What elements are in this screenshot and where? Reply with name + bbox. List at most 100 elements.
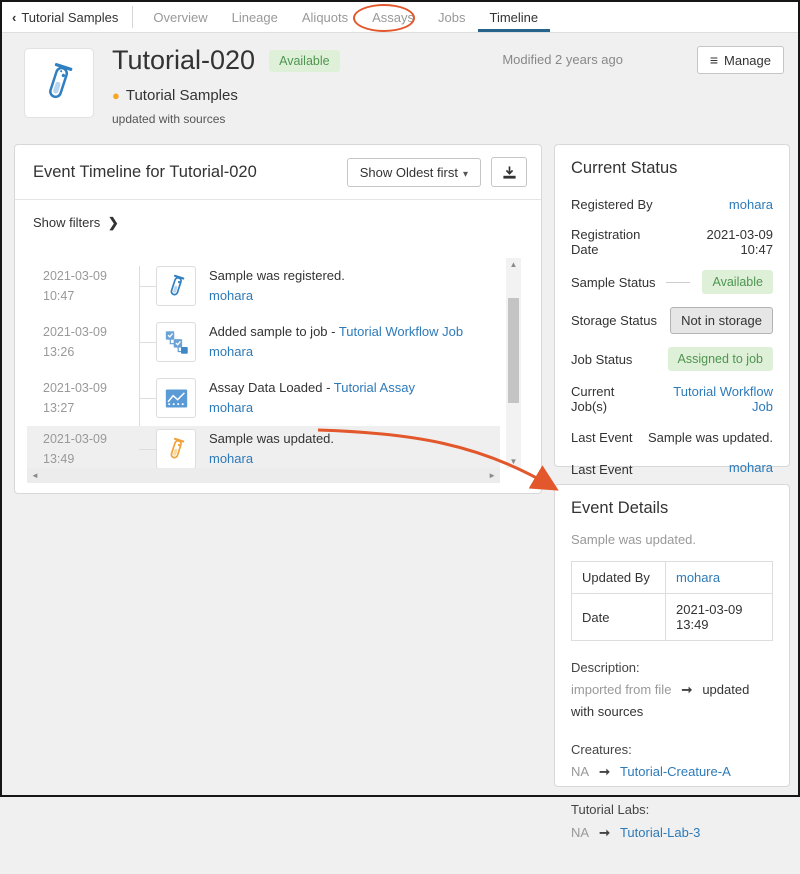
change-arrow-icon: ➞ — [599, 825, 610, 840]
job-icon — [156, 322, 196, 362]
last-event-handled-link[interactable]: mohara — [729, 460, 773, 475]
tab-lineage[interactable]: Lineage — [220, 2, 290, 32]
new-value-link[interactable]: Tutorial-Creature-A — [620, 764, 731, 779]
current-jobs-link[interactable]: Tutorial Workflow Job — [652, 384, 773, 414]
event-entity-link[interactable]: Tutorial Assay — [334, 380, 415, 395]
updated-by-link[interactable]: mohara — [676, 570, 720, 585]
event-user-link[interactable]: mohara — [209, 451, 253, 466]
last-event-label: Last Event — [571, 430, 632, 445]
change-field-label: Description: — [571, 657, 773, 679]
sample-updated-icon — [156, 429, 196, 469]
tab-timeline[interactable]: Timeline — [478, 2, 551, 32]
old-value: NA — [571, 764, 589, 779]
tab-strip: Overview Lineage Aliquots Assays Jobs Ti… — [141, 2, 550, 32]
timeline-event-row-selected[interactable]: 2021-03-0913:49 Sample was updated. m — [27, 426, 500, 472]
change-creatures: Creatures: NA ➞ Tutorial-Creature-A — [571, 739, 773, 783]
modified-text: Modified 2 years ago — [502, 52, 623, 67]
sample-type-tile — [24, 48, 94, 118]
scroll-right-icon[interactable]: ► — [488, 471, 496, 480]
timeline-event-row[interactable]: 2021-03-0910:47 Sample was registered. — [27, 258, 500, 314]
change-arrow-icon: ➞ — [681, 682, 692, 697]
event-user-link[interactable]: mohara — [209, 400, 253, 415]
assay-icon — [156, 378, 196, 418]
event-summary: Sample was updated. — [571, 532, 773, 547]
timeline-panel-title: Event Timeline for Tutorial-020 — [33, 163, 347, 182]
dash-line — [666, 282, 690, 283]
sort-order-dropdown[interactable]: Show Oldest first▾ — [347, 158, 481, 187]
new-value-link[interactable]: Tutorial-Lab-3 — [620, 825, 700, 840]
date-value: 2021-03-09 13:49 — [666, 594, 773, 641]
registration-date-value: 2021-03-09 10:47 — [671, 227, 773, 257]
event-timeline-panel: Event Timeline for Tutorial-020 Show Old… — [14, 144, 542, 494]
vertical-scrollbar[interactable]: ▲ ▼ — [506, 258, 521, 468]
tab-overview[interactable]: Overview — [141, 2, 219, 32]
spine-connector — [139, 398, 156, 399]
current-status-title: Current Status — [571, 159, 773, 178]
scroll-up-icon[interactable]: ▲ — [506, 260, 521, 269]
page-title: Tutorial-020 — [112, 45, 255, 76]
hamburger-icon: ≡ — [710, 52, 718, 68]
storage-status-label: Storage Status — [571, 313, 657, 328]
manage-button[interactable]: ≡Manage — [697, 46, 784, 74]
sample-status-label: Sample Status — [571, 275, 690, 290]
spine-connector — [139, 449, 156, 450]
registered-by-link[interactable]: mohara — [729, 197, 773, 212]
scroll-left-icon[interactable]: ◄ — [31, 471, 39, 480]
breadcrumb-back[interactable]: ‹ Tutorial Samples — [2, 2, 132, 32]
registration-date-label: Registration Date — [571, 227, 671, 257]
sample-type-dot-icon: ● — [112, 88, 120, 103]
nav-divider — [132, 6, 133, 28]
change-field-label: Creatures: — [571, 739, 773, 761]
job-status-badge: Assigned to job — [668, 347, 773, 371]
vertical-scroll-thumb[interactable] — [508, 298, 519, 403]
spine-connector — [139, 286, 156, 287]
test-tube-icon — [36, 60, 82, 106]
current-status-panel: Current Status Registered By mohara Regi… — [554, 144, 790, 467]
scroll-down-icon[interactable]: ▼ — [506, 457, 521, 466]
event-timestamp: 2021-03-0913:49 — [27, 429, 127, 469]
last-event-value: Sample was updated. — [648, 430, 773, 445]
registered-by-label: Registered By — [571, 197, 653, 212]
sample-type-label: Tutorial Samples — [126, 87, 238, 104]
tab-assays[interactable]: Assays — [360, 2, 426, 32]
event-timestamp: 2021-03-0913:26 — [27, 322, 127, 362]
tab-jobs[interactable]: Jobs — [426, 2, 477, 32]
event-timestamp: 2021-03-0913:27 — [27, 378, 127, 418]
event-entity-link[interactable]: Tutorial Workflow Job — [339, 324, 463, 339]
sample-header: Tutorial-020 Available ● Tutorial Sample… — [2, 34, 798, 142]
show-filters-toggle[interactable]: Show filters ❯ — [15, 200, 541, 231]
storage-status-badge: Not in storage — [670, 307, 773, 334]
status-badge: Available — [269, 50, 340, 72]
change-description: Description: imported from file➞updated … — [571, 657, 773, 723]
export-button[interactable] — [491, 157, 527, 187]
chevron-right-icon: ❯ — [108, 215, 119, 230]
event-details-table: Updated By mohara Date 2021-03-09 13:49 — [571, 561, 773, 641]
timeline-event-list: 2021-03-0910:47 Sample was registered. — [27, 258, 500, 468]
sample-registered-icon — [156, 266, 196, 306]
sample-status-badge: Available — [702, 270, 773, 294]
event-title: Added sample to job - — [209, 324, 339, 339]
event-title: Sample was registered. — [209, 268, 345, 283]
event-timestamp: 2021-03-0910:47 — [27, 266, 127, 306]
event-user-link[interactable]: mohara — [209, 344, 253, 359]
timeline-event-row[interactable]: 2021-03-0913:27 Assay Data Loaded - Tuto… — [27, 370, 500, 426]
horizontal-scrollbar[interactable]: ◄ ► — [27, 468, 500, 483]
timeline-event-row[interactable]: 2021-03-0913:26 Added sample to job - Tu… — [27, 314, 500, 370]
event-details-title: Event Details — [571, 499, 773, 518]
event-details-panel: Event Details Sample was updated. Update… — [554, 484, 790, 787]
event-user-link[interactable]: mohara — [209, 288, 253, 303]
back-chevron-icon: ‹ — [12, 10, 16, 25]
date-label: Date — [572, 594, 666, 641]
spine-connector — [139, 342, 156, 343]
change-field-label: Tutorial Labs: — [571, 799, 773, 821]
old-value: NA — [571, 825, 589, 840]
event-title: Assay Data Loaded - — [209, 380, 334, 395]
top-nav-bar: ‹ Tutorial Samples Overview Lineage Aliq… — [2, 2, 798, 33]
change-arrow-icon: ➞ — [599, 764, 610, 779]
table-row: Updated By mohara — [572, 562, 773, 594]
event-title: Sample was updated. — [209, 431, 334, 446]
current-jobs-label: Current Job(s) — [571, 384, 652, 414]
tab-aliquots[interactable]: Aliquots — [290, 2, 360, 32]
table-row: Date 2021-03-09 13:49 — [572, 594, 773, 641]
caret-down-icon: ▾ — [463, 169, 468, 180]
